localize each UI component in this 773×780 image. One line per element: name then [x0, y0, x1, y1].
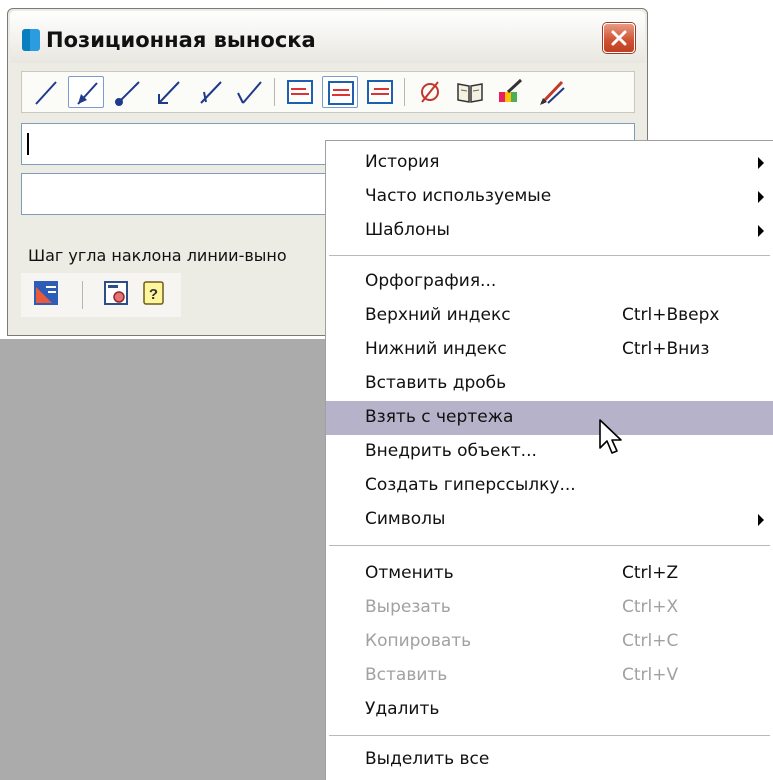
menu-item-label: Вставить [365, 665, 448, 685]
align-center-icon [328, 81, 354, 105]
background-white-right [648, 0, 773, 140]
close-button[interactable] [603, 23, 635, 53]
menu-item-shortcut: Ctrl+C [622, 631, 679, 651]
menu-item-take-from-drawing[interactable]: Взять с чертежа [326, 401, 773, 435]
settings-document-icon[interactable] [104, 281, 128, 305]
menu-item-label: Удалить [365, 699, 440, 719]
menu-item-superscript[interactable]: Верхний индекс Ctrl+Вверх [326, 299, 773, 333]
arrow-leader-button[interactable] [68, 76, 104, 108]
menu-item-paste[interactable]: Вставить Ctrl+V [326, 659, 773, 693]
diameter-icon [421, 81, 439, 103]
svg-text:?: ? [149, 286, 158, 303]
align-center-button[interactable] [322, 76, 358, 108]
submenu-arrow-icon [758, 225, 764, 237]
menu-item-shortcut: Ctrl+Z [622, 563, 679, 583]
check-leader-icon [237, 81, 262, 104]
text-caret [27, 133, 29, 155]
help-icon[interactable]: ? [142, 281, 166, 305]
menu-item-label: Нижний индекс [365, 339, 507, 359]
menu-item-label: История [365, 152, 440, 172]
menu-item-cut[interactable]: Вырезать Ctrl+X [326, 591, 773, 625]
menu-item-copy[interactable]: Копировать Ctrl+C [326, 625, 773, 659]
arrow-leader-icon [77, 82, 98, 105]
menu-item-subscript[interactable]: Нижний индекс Ctrl+Вниз [326, 333, 773, 367]
menu-item-label: Взять с чертежа [365, 407, 514, 427]
pen-button[interactable] [534, 76, 570, 108]
diameter-button[interactable] [412, 76, 448, 108]
menu-item-insert-fraction[interactable]: Вставить дробь [326, 367, 773, 401]
menu-item-shortcut: Ctrl+V [622, 665, 679, 685]
open-arrow-leader-icon [158, 81, 180, 104]
menu-item-embed-object[interactable]: Внедрить объект... [326, 435, 773, 469]
menu-item-symbols[interactable]: Символы [326, 503, 773, 537]
menu-separator [329, 255, 770, 257]
menu-item-label: Верхний индекс [365, 305, 511, 325]
book-button[interactable] [452, 76, 488, 108]
brush-button[interactable] [492, 76, 528, 108]
toolbar-separator [274, 78, 275, 106]
book-icon [457, 83, 483, 103]
menu-separator [329, 545, 770, 547]
align-right-icon [367, 80, 393, 104]
bottom-toolbar-separator [82, 281, 83, 309]
align-left-button[interactable] [282, 76, 318, 108]
window-title: Позиционная выноска [46, 28, 316, 52]
menu-item-spelling[interactable]: Орфография... [326, 265, 773, 299]
dot-leader-icon [115, 81, 140, 106]
title-bar[interactable]: Позиционная выноска [10, 11, 645, 63]
submenu-arrow-icon [758, 157, 764, 169]
open-arrow-leader-button[interactable] [150, 76, 186, 108]
bottom-toolbar: ? [21, 273, 181, 317]
menu-item-label: Символы [365, 509, 446, 529]
menu-item-label: Внедрить объект... [365, 441, 537, 461]
toolbar-separator [404, 78, 405, 106]
app-icon [22, 29, 40, 51]
pen-icon [540, 80, 565, 105]
menu-item-frequently-used[interactable]: Часто используемые [326, 180, 773, 214]
menu-item-undo[interactable]: Отменить Ctrl+Z [326, 557, 773, 591]
context-menu: История Часто используемые Шаблоны Орфог… [325, 140, 773, 780]
leader-style-toolbar [21, 71, 635, 113]
brush-icon [499, 78, 523, 102]
menu-item-templates[interactable]: Шаблоны [326, 214, 773, 248]
submenu-arrow-icon [758, 514, 764, 526]
menu-item-label: Отменить [365, 563, 454, 583]
check-leader-button[interactable] [232, 76, 268, 108]
menu-item-label: Часто используемые [365, 186, 552, 206]
tick-leader-icon [200, 81, 222, 104]
menu-item-label: Вырезать [365, 597, 451, 617]
step-angle-label: Шаг угла наклона линии-выно [28, 246, 287, 265]
menu-item-history[interactable]: История [326, 146, 773, 180]
line-leader-button[interactable] [28, 76, 64, 108]
menu-item-label: Создать гиперссылку... [365, 475, 576, 495]
menu-separator [329, 735, 770, 737]
dot-leader-button[interactable] [110, 76, 146, 108]
align-right-button[interactable] [362, 76, 398, 108]
menu-item-shortcut: Ctrl+X [622, 597, 679, 617]
menu-item-shortcut: Ctrl+Вверх [622, 305, 720, 325]
menu-item-label: Орфография... [365, 271, 497, 291]
tick-leader-button[interactable] [192, 76, 228, 108]
menu-item-label: Шаблоны [365, 220, 450, 240]
line-leader-icon [35, 81, 57, 105]
menu-item-label: Выделить все [365, 749, 490, 769]
menu-item-create-hyperlink[interactable]: Создать гиперссылку... [326, 469, 773, 503]
mouse-cursor-icon [599, 419, 622, 454]
close-icon [611, 30, 627, 46]
menu-item-label: Копировать [365, 631, 472, 651]
menu-item-shortcut: Ctrl+Вниз [622, 339, 710, 359]
menu-item-delete[interactable]: Удалить [326, 693, 773, 727]
menu-item-select-all[interactable]: Выделить все [326, 743, 773, 777]
drafting-triangle-icon[interactable] [34, 281, 58, 305]
menu-item-label: Вставить дробь [365, 373, 507, 393]
align-left-icon [287, 80, 313, 104]
submenu-arrow-icon [758, 191, 764, 203]
